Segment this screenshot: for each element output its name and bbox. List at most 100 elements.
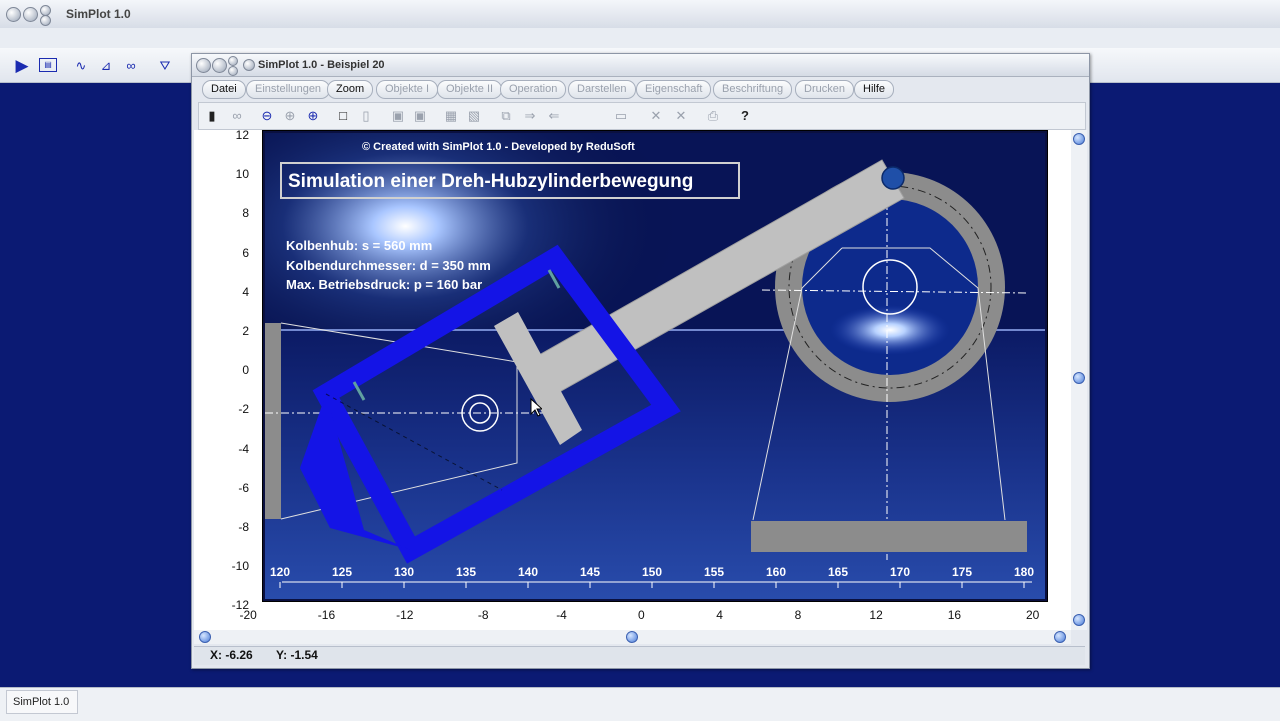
- menu-hilfe[interactable]: Hilfe: [854, 80, 895, 99]
- scroll-right-icon[interactable]: [1054, 631, 1066, 643]
- table-icon[interactable]: ▤: [39, 58, 57, 72]
- multi-chart-icon[interactable]: ∞: [122, 58, 140, 74]
- window-button-icon[interactable]: [196, 58, 211, 73]
- horizontal-scrollbar[interactable]: [194, 630, 1071, 644]
- x-tick-label: 4: [716, 608, 723, 622]
- info-kolbendurchmesser: Kolbendurchmesser: d = 350 mm: [286, 258, 491, 273]
- x-coordinate: X: -6.26: [210, 648, 253, 662]
- y-tick-label: 2: [242, 324, 249, 338]
- menu-darstellen[interactable]: Darstellen: [568, 80, 636, 99]
- x-tick-label: 20: [1026, 608, 1040, 622]
- y-tick-label: 6: [242, 245, 249, 260]
- y-tick-label: 4: [242, 284, 249, 299]
- app-title-bar: SimPlot 1.0: [0, 0, 1280, 29]
- window-button-icon[interactable]: [228, 66, 238, 76]
- menu-operation[interactable]: Operation: [500, 80, 567, 99]
- zoom-out-icon[interactable]: ⊖: [258, 107, 276, 125]
- info-kolbenhub: Kolbenhub: s = 560 mm: [286, 238, 432, 253]
- left-mount: [265, 323, 281, 519]
- window-button-icon[interactable]: [40, 15, 51, 26]
- close-x2-icon[interactable]: ✕: [672, 107, 690, 125]
- image-icon[interactable]: ▧: [465, 107, 483, 125]
- scroll-thumb-v[interactable]: [1073, 372, 1085, 384]
- printer-icon[interactable]: ⎙: [704, 107, 722, 125]
- plot-area[interactable]: 12 10 8 6 4 2 0 -2 -4 -6 -8 -10 -12 -20 -16 -12 -8 -4 0 4 8…: [194, 128, 1071, 630]
- window-button-icon[interactable]: [23, 7, 38, 22]
- x-tick-label: -12: [396, 608, 414, 622]
- heading-text: Simulation einer Dreh-Hubzylinderbewegun…: [288, 171, 693, 192]
- play-icon[interactable]: ▶: [13, 57, 31, 74]
- window-button-icon[interactable]: [212, 58, 227, 73]
- inner-tick-label: 140: [518, 565, 538, 579]
- scroll-down-icon[interactable]: [1073, 614, 1085, 626]
- zoom-icon[interactable]: ⊕: [281, 107, 299, 125]
- x-tick-label: 12: [869, 608, 883, 622]
- menu-objekte-1[interactable]: Objekte I: [376, 80, 439, 99]
- rectangle-icon[interactable]: □: [334, 107, 352, 125]
- coordinate-bar: X: -6.26 Y: -1.54: [194, 646, 1085, 665]
- inner-tick-label: 145: [580, 565, 600, 579]
- line-chart-icon[interactable]: ∿: [72, 58, 90, 74]
- zoom-in-icon[interactable]: ⊕: [304, 107, 322, 125]
- inner-tick-label: 170: [890, 565, 910, 579]
- curve-chart-icon[interactable]: ⊿: [97, 58, 115, 74]
- arrow-left-icon[interactable]: ⇐: [545, 107, 563, 125]
- plot-window: SimPlot 1.0 - Beispiel 20 Datei Einstell…: [191, 53, 1090, 669]
- rod-end-joint: [881, 166, 905, 190]
- y-tick-label: -4: [238, 441, 249, 456]
- inner-tick-label: 155: [704, 565, 724, 579]
- y-tick-label: 0: [242, 363, 249, 378]
- inner-tick-label: 160: [766, 565, 786, 579]
- taskbar-item[interactable]: SimPlot 1.0: [6, 690, 78, 714]
- pages-icon[interactable]: ▭: [612, 107, 630, 125]
- frame2-icon[interactable]: ▣: [411, 107, 429, 125]
- help-icon[interactable]: ?: [736, 107, 754, 125]
- scroll-left-icon[interactable]: [199, 631, 211, 643]
- menu-zoom[interactable]: Zoom: [327, 80, 374, 99]
- inner-tick-label: 180: [1014, 565, 1034, 579]
- inner-tick-label: 125: [332, 565, 352, 579]
- taskbar: [0, 687, 1280, 721]
- mouse-cursor-icon: [530, 398, 542, 417]
- vertical-scrollbar[interactable]: [1071, 130, 1087, 630]
- y-coordinate: Y: -1.54: [276, 648, 318, 662]
- menu-datei[interactable]: Datei: [202, 80, 246, 99]
- menu-drucken[interactable]: Drucken: [795, 80, 854, 99]
- x-tick-label: -8: [477, 608, 489, 622]
- columns-icon[interactable]: ▯: [357, 107, 375, 125]
- window-toolbar: ▮ ∞ ⊖ ⊕ ⊕ □ ▯ ▣ ▣ ▦ ▧ ⧉ ⇒ ⇐ ▭ ✕ ✕ ⎙ ?: [198, 102, 1086, 130]
- menu-beschriftung[interactable]: Beschriftung: [713, 80, 793, 99]
- scroll-thumb-h[interactable]: [626, 631, 638, 643]
- x-tick-label: -20: [239, 608, 257, 622]
- window-button-icon[interactable]: [228, 56, 238, 66]
- base-plate: [751, 521, 1027, 552]
- y-tick-label: 8: [242, 206, 249, 221]
- scroll-up-icon[interactable]: [1073, 133, 1085, 145]
- window-title-bar: SimPlot 1.0 - Beispiel 20: [192, 54, 1089, 77]
- window-button-icon[interactable]: [6, 7, 21, 22]
- x-tick-label: -4: [556, 608, 567, 622]
- window-title: SimPlot 1.0 - Beispiel 20: [258, 59, 385, 71]
- glasses-icon[interactable]: ∞: [228, 107, 246, 125]
- credit-text: © Created with SimPlot 1.0 - Developed b…: [362, 141, 635, 153]
- y-tick-label: -2: [238, 402, 249, 417]
- device-icon[interactable]: ▮: [203, 107, 221, 125]
- close-x-icon[interactable]: ✕: [647, 107, 665, 125]
- grid-icon[interactable]: ▦: [442, 107, 460, 125]
- arrow-right-icon[interactable]: ⇒: [521, 107, 539, 125]
- simulation-canvas[interactable]: © Created with SimPlot 1.0 - Developed b…: [262, 130, 1048, 602]
- menu-objekte-2[interactable]: Objekte II: [437, 80, 503, 99]
- inner-tick-label: 120: [270, 565, 290, 579]
- inner-tick-label: 165: [828, 565, 848, 579]
- menu-einstellungen[interactable]: Einstellungen: [246, 80, 331, 99]
- app-title: SimPlot 1.0: [66, 7, 131, 21]
- window-menu-icon[interactable]: [243, 59, 255, 71]
- menu-eigenschaft[interactable]: Eigenschaft: [636, 80, 712, 99]
- inner-tick-label: 150: [642, 565, 662, 579]
- frame-icon[interactable]: ▣: [389, 107, 407, 125]
- inner-tick-label: 130: [394, 565, 414, 579]
- y-tick-label: 12: [235, 128, 249, 142]
- copy-icon[interactable]: ⧉: [497, 107, 515, 125]
- inner-tick-label: 135: [456, 565, 476, 579]
- funnel-icon[interactable]: ⛛: [156, 58, 174, 74]
